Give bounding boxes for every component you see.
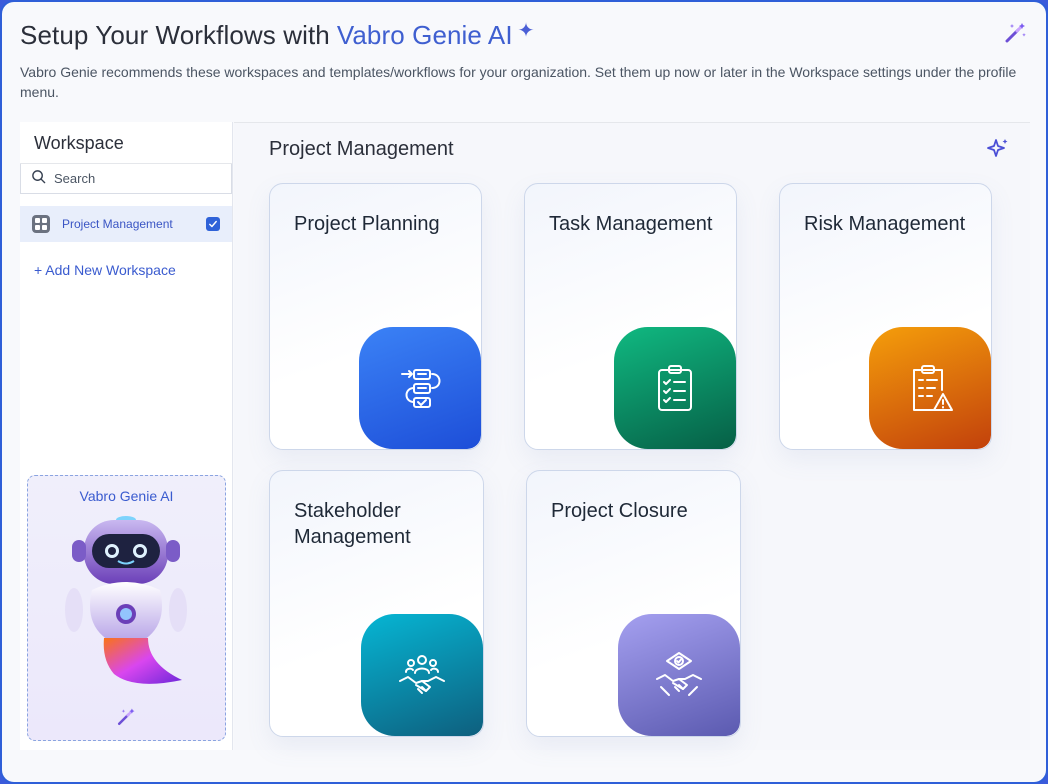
template-card-task-management[interactable]: Task Management	[524, 183, 737, 450]
card-title: Project Planning	[294, 213, 440, 235]
risk-clipboard-icon	[869, 327, 991, 449]
genie-title: Vabro Genie AI	[79, 488, 174, 504]
workspace-checkbox[interactable]	[206, 217, 220, 231]
sparkle-icon: ✦	[517, 20, 535, 42]
page-title: Setup Your Workflows with Vabro Genie AI…	[20, 20, 535, 51]
add-workspace-link[interactable]: + Add New Workspace	[20, 262, 232, 278]
search-input[interactable]	[54, 171, 214, 186]
grid-icon	[32, 215, 50, 233]
template-card-risk-management[interactable]: Risk Management	[779, 183, 992, 450]
workspace-sidebar: Workspace Project Management + Add New W…	[20, 122, 233, 750]
page-subtitle: Vabro Genie recommends these workspaces …	[20, 64, 1017, 100]
sidebar-item-project-management[interactable]: Project Management	[20, 206, 232, 242]
setup-workflows-modal: Setup Your Workflows with Vabro Genie AI…	[2, 2, 1046, 782]
magic-wand-icon[interactable]	[115, 706, 137, 728]
template-card-project-planning[interactable]: Project Planning	[269, 183, 482, 450]
sidebar-item-label: Project Management	[62, 217, 173, 231]
card-title: Task Management	[549, 213, 713, 235]
workflow-templates-panel: Project Management Project Planning Task…	[234, 122, 1030, 750]
section-title: Project Management	[269, 138, 454, 160]
search-box[interactable]	[20, 164, 232, 194]
robot-mascot-image	[65, 516, 187, 684]
clipboard-checklist-icon	[614, 327, 736, 449]
ai-sparkle-icon[interactable]	[986, 137, 1010, 161]
card-title: Stakeholder Management	[294, 500, 411, 548]
handshake-certificate-icon	[618, 614, 740, 736]
sidebar-title: Workspace	[20, 122, 232, 164]
workflow-icon	[359, 327, 481, 449]
card-title: Project Closure	[551, 500, 688, 522]
check-icon	[209, 220, 217, 228]
template-card-project-closure[interactable]: Project Closure	[526, 470, 741, 737]
template-card-stakeholder-management[interactable]: Stakeholder Management	[269, 470, 484, 737]
search-icon	[31, 169, 46, 189]
title-accent: Vabro Genie AI	[336, 20, 513, 50]
title-prefix: Setup Your Workflows with	[20, 20, 330, 50]
genie-card: Vabro Genie AI	[27, 475, 226, 741]
handshake-team-icon	[361, 614, 483, 736]
card-title: Risk Management	[804, 213, 966, 235]
magic-wand-icon[interactable]	[1002, 20, 1028, 46]
